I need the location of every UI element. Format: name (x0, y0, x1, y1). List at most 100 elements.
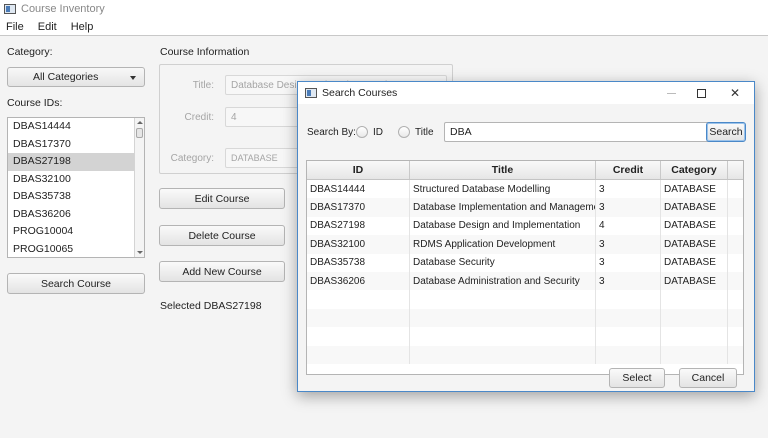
table-cell: DBAS36206 (307, 271, 410, 291)
table-cell (661, 290, 728, 309)
table-cell (661, 308, 728, 328)
table-cell (596, 327, 661, 346)
minimize-button[interactable] (660, 85, 682, 101)
search-courses-dialog: Search Courses ✕ Search By: ID Title DBA… (297, 81, 755, 392)
table-cell: Database Administration and Security (410, 271, 596, 291)
table-header: ID Title Credit Category (307, 161, 743, 180)
table-cell: Database Design and Implementation (410, 216, 596, 236)
search-input[interactable]: DBA (444, 122, 721, 142)
table-cell: DBAS17370 (307, 198, 410, 217)
table-cell (728, 198, 743, 216)
close-icon: ✕ (729, 86, 741, 100)
menu-bar: File Edit Help (0, 18, 768, 36)
scroll-thumb[interactable] (136, 128, 143, 138)
course-id-list[interactable]: DBAS14444 DBAS17370 DBAS27198 DBAS32100 … (7, 117, 145, 258)
title-label: Title: (192, 80, 214, 91)
minimize-icon (666, 92, 676, 94)
maximize-icon (696, 88, 706, 98)
table-cell (307, 345, 410, 364)
course-info-heading: Course Information (160, 46, 250, 58)
table-cell: DBAS27198 (307, 216, 410, 236)
delete-course-button[interactable]: Delete Course (159, 225, 285, 246)
table-cell: DATABASE (661, 216, 728, 236)
window-titlebar: Course Inventory (0, 0, 768, 18)
scroll-down-icon[interactable] (137, 251, 143, 254)
table-row[interactable]: DBAS36206 Database Administration and Sec… (307, 271, 743, 291)
table-row[interactable]: DBAS35738 Database Security 3 DATABASE (307, 253, 743, 272)
table-row[interactable]: DBAS27198 Database Design and Implementat… (307, 216, 743, 236)
maximize-button[interactable] (690, 85, 712, 101)
window-title: Course Inventory (21, 3, 105, 15)
search-button[interactable]: Search (706, 122, 746, 142)
add-new-course-button[interactable]: Add New Course (159, 261, 285, 282)
table-cell: 3 (596, 271, 661, 291)
category-combo-value: All Categories (33, 71, 99, 83)
list-item[interactable]: PROG10004 (8, 223, 144, 241)
table-cell (596, 290, 661, 309)
table-cell (728, 217, 743, 235)
table-cell: DBAS14444 (307, 180, 410, 199)
table-cell: DBAS32100 (307, 235, 410, 254)
table-cell: Structured Database Modelling (410, 180, 596, 199)
table-cell (728, 254, 743, 272)
scroll-up-icon[interactable] (137, 121, 143, 124)
list-item[interactable]: DBAS32100 (8, 171, 144, 189)
search-course-button[interactable]: Search Course (7, 273, 145, 294)
credit-label: Credit: (184, 112, 214, 123)
table-cell: 4 (596, 216, 661, 236)
table-row (307, 290, 743, 309)
menu-file[interactable]: File (6, 21, 24, 33)
table-cell (728, 272, 743, 290)
list-item[interactable]: DBAS36206 (8, 206, 144, 224)
dialog-app-icon (305, 88, 317, 98)
table-cell (410, 327, 596, 346)
table-cell (728, 327, 743, 345)
table-cell: 3 (596, 235, 661, 254)
menu-help[interactable]: Help (71, 21, 94, 33)
table-cell: DATABASE (661, 271, 728, 291)
list-scrollbar[interactable] (134, 118, 144, 257)
table-cell: DATABASE (661, 198, 728, 217)
table-cell: Database Security (410, 253, 596, 272)
edit-course-button[interactable]: Edit Course (159, 188, 285, 209)
select-button[interactable]: Select (609, 368, 665, 388)
radio-id-label: ID (373, 127, 383, 138)
list-item-selected[interactable]: DBAS27198 (8, 153, 144, 171)
table-cell (307, 290, 410, 309)
cancel-button[interactable]: Cancel (679, 368, 737, 388)
table-row[interactable]: DBAS32100 RDMS Application Development 3 DA… (307, 235, 743, 254)
list-item[interactable]: DBAS17370 (8, 136, 144, 154)
table-cell (596, 308, 661, 328)
menu-edit[interactable]: Edit (38, 21, 57, 33)
table-cell: Database Implementation and Management (410, 198, 596, 217)
table-row (307, 345, 743, 364)
table-cell (728, 180, 743, 198)
list-item[interactable]: DBAS35738 (8, 188, 144, 206)
table-row[interactable]: DBAS17370 Database Implementation and Man… (307, 198, 743, 217)
list-item[interactable]: PROG10065 (8, 241, 144, 258)
category-combo[interactable]: All Categories (7, 67, 145, 87)
column-header-id[interactable]: ID (307, 161, 410, 179)
selection-status: Selected DBAS27198 (160, 300, 262, 312)
column-header-category[interactable]: Category (661, 161, 728, 179)
table-cell (307, 327, 410, 346)
app-icon (4, 4, 16, 14)
table-cell: 3 (596, 180, 661, 199)
column-header-credit[interactable]: Credit (596, 161, 661, 179)
radio-id[interactable] (356, 126, 368, 138)
category-field-label: Category: (170, 153, 214, 164)
dialog-title: Search Courses (322, 87, 398, 99)
table-row (307, 327, 743, 346)
radio-title-label: Title (415, 127, 434, 138)
table-cell: RDMS Application Development (410, 235, 596, 254)
column-header-title[interactable]: Title (410, 161, 596, 179)
table-row[interactable]: DBAS14444 Structured Database Modelling 3 D… (307, 180, 743, 199)
dialog-titlebar: Search Courses ✕ (298, 82, 754, 104)
list-item[interactable]: DBAS14444 (8, 118, 144, 136)
search-by-label: Search By: (307, 127, 356, 138)
table-body: DBAS14444 Structured Database Modelling 3 D… (307, 180, 743, 364)
close-button[interactable]: ✕ (724, 85, 746, 101)
course-ids-label: Course IDs: (7, 97, 63, 109)
radio-title[interactable] (398, 126, 410, 138)
table-cell (410, 308, 596, 328)
